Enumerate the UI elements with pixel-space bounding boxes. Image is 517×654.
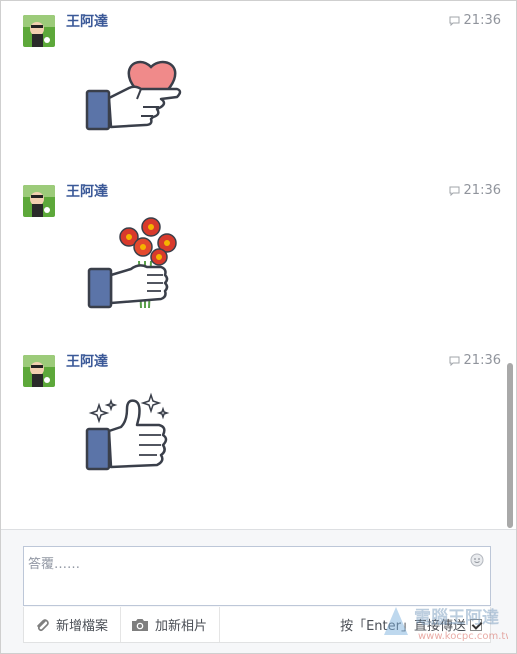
message-item: 王阿達 21:36	[1, 171, 501, 341]
message-list[interactable]: 王阿達 21:36 王阿達 21:36 王阿達 21:36	[1, 1, 516, 529]
timestamp: 21:36	[449, 13, 501, 28]
message-item: 王阿達 21:36	[1, 1, 501, 171]
composer: 新增檔案 加新相片 按「Enter」直接傳送 電腦王阿達 www.kocpc.c…	[1, 529, 516, 653]
svg-text:www.kocpc.com.tw: www.kocpc.com.tw	[418, 631, 508, 642]
add-file-label: 新增檔案	[56, 619, 109, 634]
timestamp-text: 21:36	[463, 353, 501, 368]
message-item: 王阿達 21:36	[1, 341, 501, 511]
add-file-button[interactable]: 新增檔案	[24, 607, 122, 642]
sparkling-thumbs-up-sticker[interactable]	[81, 391, 186, 491]
sender-name[interactable]: 王阿達	[66, 11, 108, 31]
avatar[interactable]	[23, 355, 55, 387]
timestamp: 21:36	[449, 183, 501, 198]
watermark-logo: 電腦王阿達 www.kocpc.com.tw	[384, 607, 508, 642]
add-photo-label: 加新相片	[155, 619, 208, 634]
avatar[interactable]	[23, 185, 55, 217]
scrollbar-thumb[interactable]	[507, 363, 513, 528]
sender-name[interactable]: 王阿達	[66, 181, 108, 201]
chat-bubble-icon	[449, 16, 460, 26]
camera-icon	[132, 618, 149, 631]
hand-holding-flowers-sticker[interactable]	[81, 213, 186, 318]
avatar[interactable]	[23, 15, 55, 47]
timestamp-text: 21:36	[463, 13, 501, 28]
paperclip-icon	[37, 618, 49, 631]
chat-window: 王阿達 21:36 王阿達 21:36 王阿達 21:36 答覆…… 新增檔案 …	[0, 0, 517, 654]
svg-text:電腦王阿達: 電腦王阿達	[414, 607, 499, 628]
chat-bubble-icon	[449, 356, 460, 366]
emoji-smiley-icon[interactable]	[470, 553, 484, 567]
timestamp-text: 21:36	[463, 183, 501, 198]
hand-holding-heart-sticker[interactable]	[81, 43, 186, 143]
timestamp: 21:36	[449, 353, 501, 368]
add-photo-button[interactable]: 加新相片	[121, 607, 221, 642]
chat-bubble-icon	[449, 186, 460, 196]
sender-name[interactable]: 王阿達	[66, 351, 108, 371]
